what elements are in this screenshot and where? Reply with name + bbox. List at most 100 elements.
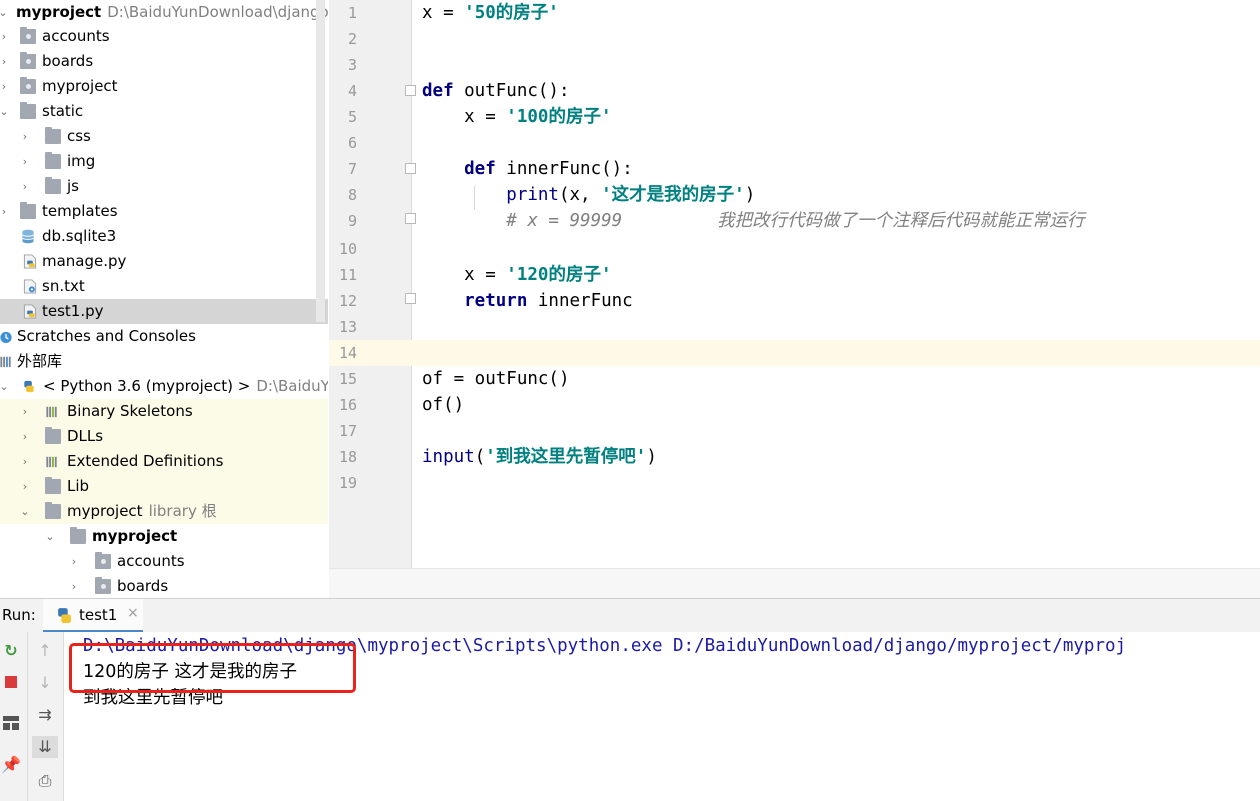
layout-icon[interactable] — [0, 712, 22, 734]
chevron-right-icon[interactable]: › — [18, 399, 32, 424]
run-toolbar-secondary: ↑ ↓ ⇉ ⇊ ⎙ — [28, 632, 64, 801]
print-icon[interactable]: ⎙ — [34, 770, 56, 792]
line-number: 10 — [338, 240, 357, 258]
close-icon[interactable]: × — [127, 605, 139, 621]
chevron-right-icon[interactable]: › — [0, 24, 11, 49]
chevron-down-icon[interactable]: ⌄ — [0, 374, 11, 399]
code-line[interactable]: input('到我这里先暂停吧') — [422, 444, 657, 470]
tree-item-label: Binary Skeletons — [67, 402, 193, 420]
folder-icon — [45, 477, 61, 494]
tree-item-extended-definitions[interactable]: › Extended Definitions — [0, 449, 328, 474]
tree-item-static[interactable]: ⌄ static — [0, 99, 328, 124]
tree-item-scratches[interactable]: Scratches and Consoles — [0, 324, 328, 349]
code-line[interactable]: of() — [422, 392, 464, 418]
chevron-down-icon[interactable]: ⌄ — [0, 99, 11, 124]
line-number: 6 — [347, 134, 357, 152]
tree-item-external-libs[interactable]: 外部库 — [0, 349, 328, 374]
chevron-right-icon[interactable]: › — [67, 574, 81, 598]
fold-marker-icon[interactable] — [405, 163, 416, 174]
chevron-down-icon[interactable]: ⌄ — [0, 0, 10, 25]
folder-icon — [20, 77, 36, 94]
tree-item-label: css — [67, 127, 91, 145]
code-line[interactable]: return innerFunc — [422, 288, 633, 314]
tree-item-label: myproject D:\BaiduYunDownload\django\ — [16, 3, 328, 21]
folder-icon — [45, 502, 61, 519]
python-icon — [24, 380, 34, 393]
fold-marker-icon[interactable] — [405, 85, 416, 96]
tree-item-root[interactable]: ⌄ myproject D:\BaiduYunDownload\django\ — [0, 0, 328, 25]
code-line[interactable]: def innerFunc(): — [422, 156, 633, 182]
tree-item-js[interactable]: › js — [0, 174, 328, 199]
up-arrow-icon[interactable]: ↑ — [34, 640, 56, 662]
fold-marker-icon[interactable] — [405, 213, 416, 224]
python-file-icon — [23, 304, 37, 319]
chevron-right-icon[interactable]: › — [18, 449, 32, 474]
tree-item-label: img — [67, 152, 96, 170]
tree-item-css[interactable]: › css — [0, 124, 328, 149]
editor-horizontal-scrollbar[interactable] — [329, 568, 1260, 599]
line-number: 4 — [347, 82, 357, 100]
tree-item-test1[interactable]: test1.py — [0, 299, 328, 324]
rerun-icon[interactable]: ↻ — [0, 640, 22, 662]
line-number: 9 — [347, 212, 357, 230]
tree-item-db[interactable]: db.sqlite3 — [0, 224, 328, 249]
tree-item-accounts[interactable]: › accounts — [0, 24, 328, 49]
tree-item-img[interactable]: › img — [0, 149, 328, 174]
soft-wrap-icon[interactable]: ⇉ — [34, 704, 56, 726]
code-line[interactable]: x = '50的房子' — [422, 0, 559, 26]
run-panel-title: Run: — [2, 606, 36, 624]
tree-item-myproject-library[interactable]: ⌄ myproject library 根 — [0, 499, 328, 524]
chevron-right-icon[interactable]: › — [0, 74, 11, 99]
tree-item-label: 外部库 — [17, 352, 63, 370]
line-number: 16 — [338, 396, 357, 414]
line-number: 5 — [347, 108, 357, 126]
stop-icon[interactable] — [0, 671, 22, 693]
run-tab-test1[interactable]: test1 × — [43, 599, 143, 633]
tree-item-myproject-sub[interactable]: ⌄ myproject — [0, 524, 328, 549]
chevron-right-icon[interactable]: › — [18, 174, 32, 199]
database-icon — [22, 229, 34, 244]
tree-item-accounts-sub[interactable]: › accounts — [0, 549, 328, 574]
tree-item-label: boards — [117, 577, 169, 595]
chevron-right-icon[interactable]: › — [18, 474, 32, 499]
line-number: 1 — [347, 4, 357, 22]
code-line[interactable]: x = '100的房子' — [422, 104, 611, 130]
run-toolbar-primary: ↻ 📌 — [0, 632, 28, 801]
fold-marker-icon[interactable] — [405, 293, 416, 304]
chevron-right-icon[interactable]: › — [67, 549, 81, 574]
down-arrow-icon[interactable]: ↓ — [34, 672, 56, 694]
line-number: 7 — [347, 160, 357, 178]
tree-item-label: templates — [42, 202, 118, 220]
scroll-to-end-icon[interactable]: ⇊ — [32, 736, 58, 758]
run-tab-label: test1 — [79, 606, 118, 624]
tree-item-lib[interactable]: › Lib — [0, 474, 328, 499]
tree-item-dlls[interactable]: › DLLs — [0, 424, 328, 449]
code-line[interactable]: # x = 99999 我把改行代码做了一个注释后代码就能正常运行 — [422, 208, 1084, 234]
chevron-right-icon[interactable]: › — [18, 424, 32, 449]
tree-item-binary-skeletons[interactable]: › Binary Skeletons — [0, 399, 328, 424]
tree-item-python-sdk[interactable]: ⌄ < Python 3.6 (myproject) >D:\BaiduYun — [0, 374, 328, 399]
tree-item-label: accounts — [42, 27, 110, 45]
chevron-down-icon[interactable]: ⌄ — [18, 499, 32, 524]
tree-item-boards-sub[interactable]: › boards — [0, 574, 328, 598]
tree-item-manage[interactable]: manage.py — [0, 249, 328, 274]
chevron-right-icon[interactable]: › — [18, 149, 32, 174]
chevron-right-icon[interactable]: › — [0, 49, 11, 74]
folder-icon — [20, 202, 36, 219]
chevron-down-icon[interactable]: ⌄ — [43, 524, 57, 549]
pin-icon[interactable]: 📌 — [0, 754, 22, 776]
tree-scrollbar[interactable] — [316, 0, 325, 322]
code-line[interactable]: def outFunc(): — [422, 78, 570, 104]
code-line[interactable]: x = '120的房子' — [422, 262, 611, 288]
tree-item-label: sn.txt — [42, 277, 85, 295]
chevron-right-icon[interactable]: › — [18, 124, 32, 149]
line-number: 2 — [347, 30, 357, 48]
code-line[interactable]: of = outFunc() — [422, 366, 570, 392]
line-number: 11 — [338, 266, 357, 284]
code-line[interactable]: print(x, '这才是我的房子') — [422, 182, 755, 208]
tree-item-templates[interactable]: › templates — [0, 199, 328, 224]
tree-item-sn[interactable]: sn.txt — [0, 274, 328, 299]
tree-item-myproject[interactable]: › myproject — [0, 74, 328, 99]
tree-item-boards[interactable]: › boards — [0, 49, 328, 74]
chevron-right-icon[interactable]: › — [0, 199, 11, 224]
